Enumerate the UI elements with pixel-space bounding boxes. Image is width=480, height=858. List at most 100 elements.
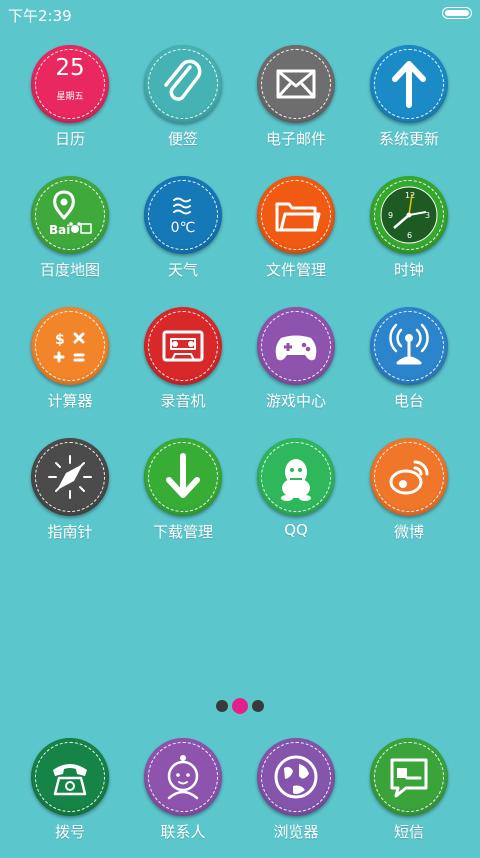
download-arrow-icon[interactable] <box>144 438 222 516</box>
person-icon[interactable] <box>144 738 222 816</box>
app-weather[interactable]: 0℃ 天气 <box>128 176 238 296</box>
app-download-manager[interactable]: 下载管理 <box>128 438 238 558</box>
app-email[interactable]: 电子邮件 <box>241 45 351 165</box>
app-qq[interactable]: QQ <box>241 438 351 558</box>
app-dialer[interactable]: 拨号 <box>15 738 125 858</box>
app-label: 录音机 <box>160 392 206 410</box>
app-game-center[interactable]: 游戏中心 <box>241 307 351 427</box>
qq-penguin-icon[interactable] <box>257 438 335 516</box>
app-icon-badge: Bai <box>31 176 109 254</box>
icon-glyph <box>370 738 448 816</box>
app-messages[interactable]: 短信 <box>354 738 464 858</box>
app-label: 短信 <box>393 823 424 841</box>
clock-icon[interactable]: 12 3 6 9 <box>370 176 448 254</box>
svg-text:9: 9 <box>388 211 393 220</box>
svg-text:Bai: Bai <box>49 223 70 237</box>
icon-glyph <box>31 738 109 816</box>
icon-glyph <box>257 307 335 385</box>
app-label: 游戏中心 <box>265 392 326 410</box>
app-icon-badge: $ <box>31 307 109 385</box>
app-icon-badge <box>370 738 448 816</box>
dock: 拨号 联系人 浏览器 短信 <box>0 738 480 853</box>
app-label: 时钟 <box>393 261 424 279</box>
app-label: 便签 <box>167 130 198 148</box>
page-dot[interactable] <box>216 700 228 712</box>
app-weibo[interactable]: 微博 <box>354 438 464 558</box>
battery-icon <box>442 7 472 19</box>
radio-tower-icon[interactable] <box>370 307 448 385</box>
app-icon-badge <box>144 738 222 816</box>
cassette-icon[interactable] <box>144 307 222 385</box>
message-icon[interactable] <box>370 738 448 816</box>
status-bar: 下午2:39 <box>0 0 480 28</box>
app-label: 日历 <box>54 130 85 148</box>
svg-text:12: 12 <box>405 191 415 200</box>
app-file-manager[interactable]: 文件管理 <box>241 176 351 296</box>
app-icon-badge: 0℃ <box>144 176 222 254</box>
app-icon-badge <box>257 45 335 123</box>
compass-icon[interactable] <box>31 438 109 516</box>
app-icon-badge <box>257 738 335 816</box>
page-indicator[interactable] <box>0 698 480 718</box>
baidu-map-icon[interactable]: Bai <box>31 176 109 254</box>
icon-glyph <box>144 738 222 816</box>
icon-glyph <box>31 438 109 516</box>
app-clock[interactable]: 12 3 6 9 时钟 <box>354 176 464 296</box>
icon-glyph <box>370 307 448 385</box>
app-recorder[interactable]: 录音机 <box>128 307 238 427</box>
app-icon-badge <box>144 45 222 123</box>
telephone-icon[interactable] <box>31 738 109 816</box>
app-label: 指南针 <box>47 523 93 541</box>
app-contacts[interactable]: 联系人 <box>128 738 238 858</box>
svg-text:$: $ <box>55 332 65 348</box>
app-radio[interactable]: 电台 <box>354 307 464 427</box>
svg-text:6: 6 <box>407 231 412 240</box>
app-icon-badge <box>257 176 335 254</box>
icon-glyph <box>370 438 448 516</box>
app-label: 微博 <box>393 523 424 541</box>
page-dot-active[interactable] <box>232 698 248 714</box>
arrow-up-icon[interactable] <box>370 45 448 123</box>
icon-glyph <box>257 176 335 254</box>
calculator-icon[interactable]: $ <box>31 307 109 385</box>
app-label: QQ <box>284 521 308 539</box>
app-icon-badge <box>144 438 222 516</box>
app-system-update[interactable]: 系统更新 <box>354 45 464 165</box>
calendar-icon[interactable]: 25 星期五 <box>31 45 109 123</box>
app-baidu-map[interactable]: Bai 百度地图 <box>15 176 125 296</box>
weather-icon[interactable]: 0℃ <box>144 176 222 254</box>
app-icon-badge: 12 3 6 9 <box>370 176 448 254</box>
icon-glyph: $ <box>31 307 109 385</box>
app-icon-badge <box>370 307 448 385</box>
app-compass[interactable]: 指南针 <box>15 438 125 558</box>
folder-icon[interactable] <box>257 176 335 254</box>
icon-glyph <box>370 45 448 123</box>
paperclip-icon[interactable] <box>144 45 222 123</box>
icon-glyph <box>144 438 222 516</box>
app-label: 文件管理 <box>265 261 326 279</box>
envelope-icon[interactable] <box>257 45 335 123</box>
icon-glyph <box>257 738 335 816</box>
battery-level <box>445 10 469 16</box>
app-label: 电子邮件 <box>265 130 326 148</box>
icon-glyph <box>257 45 335 123</box>
app-label: 系统更新 <box>378 130 439 148</box>
icon-glyph: Bai <box>31 176 109 254</box>
app-icon-badge <box>31 438 109 516</box>
gamepad-icon[interactable] <box>257 307 335 385</box>
app-label: 下载管理 <box>152 523 213 541</box>
page-dot[interactable] <box>252 700 264 712</box>
globe-icon[interactable] <box>257 738 335 816</box>
app-browser[interactable]: 浏览器 <box>241 738 351 858</box>
weather-temperature: 0℃ <box>170 220 196 236</box>
icon-glyph: 12 3 6 9 <box>370 176 448 254</box>
weibo-icon[interactable] <box>370 438 448 516</box>
icon-glyph <box>257 438 335 516</box>
app-calculator[interactable]: $ 计算器 <box>15 307 125 427</box>
app-calendar[interactable]: 25 星期五日历 <box>15 45 125 165</box>
app-notes[interactable]: 便签 <box>128 45 238 165</box>
icon-glyph <box>144 45 222 123</box>
app-label: 浏览器 <box>273 823 319 841</box>
app-icon-badge <box>257 307 335 385</box>
app-icon-badge <box>257 438 335 516</box>
